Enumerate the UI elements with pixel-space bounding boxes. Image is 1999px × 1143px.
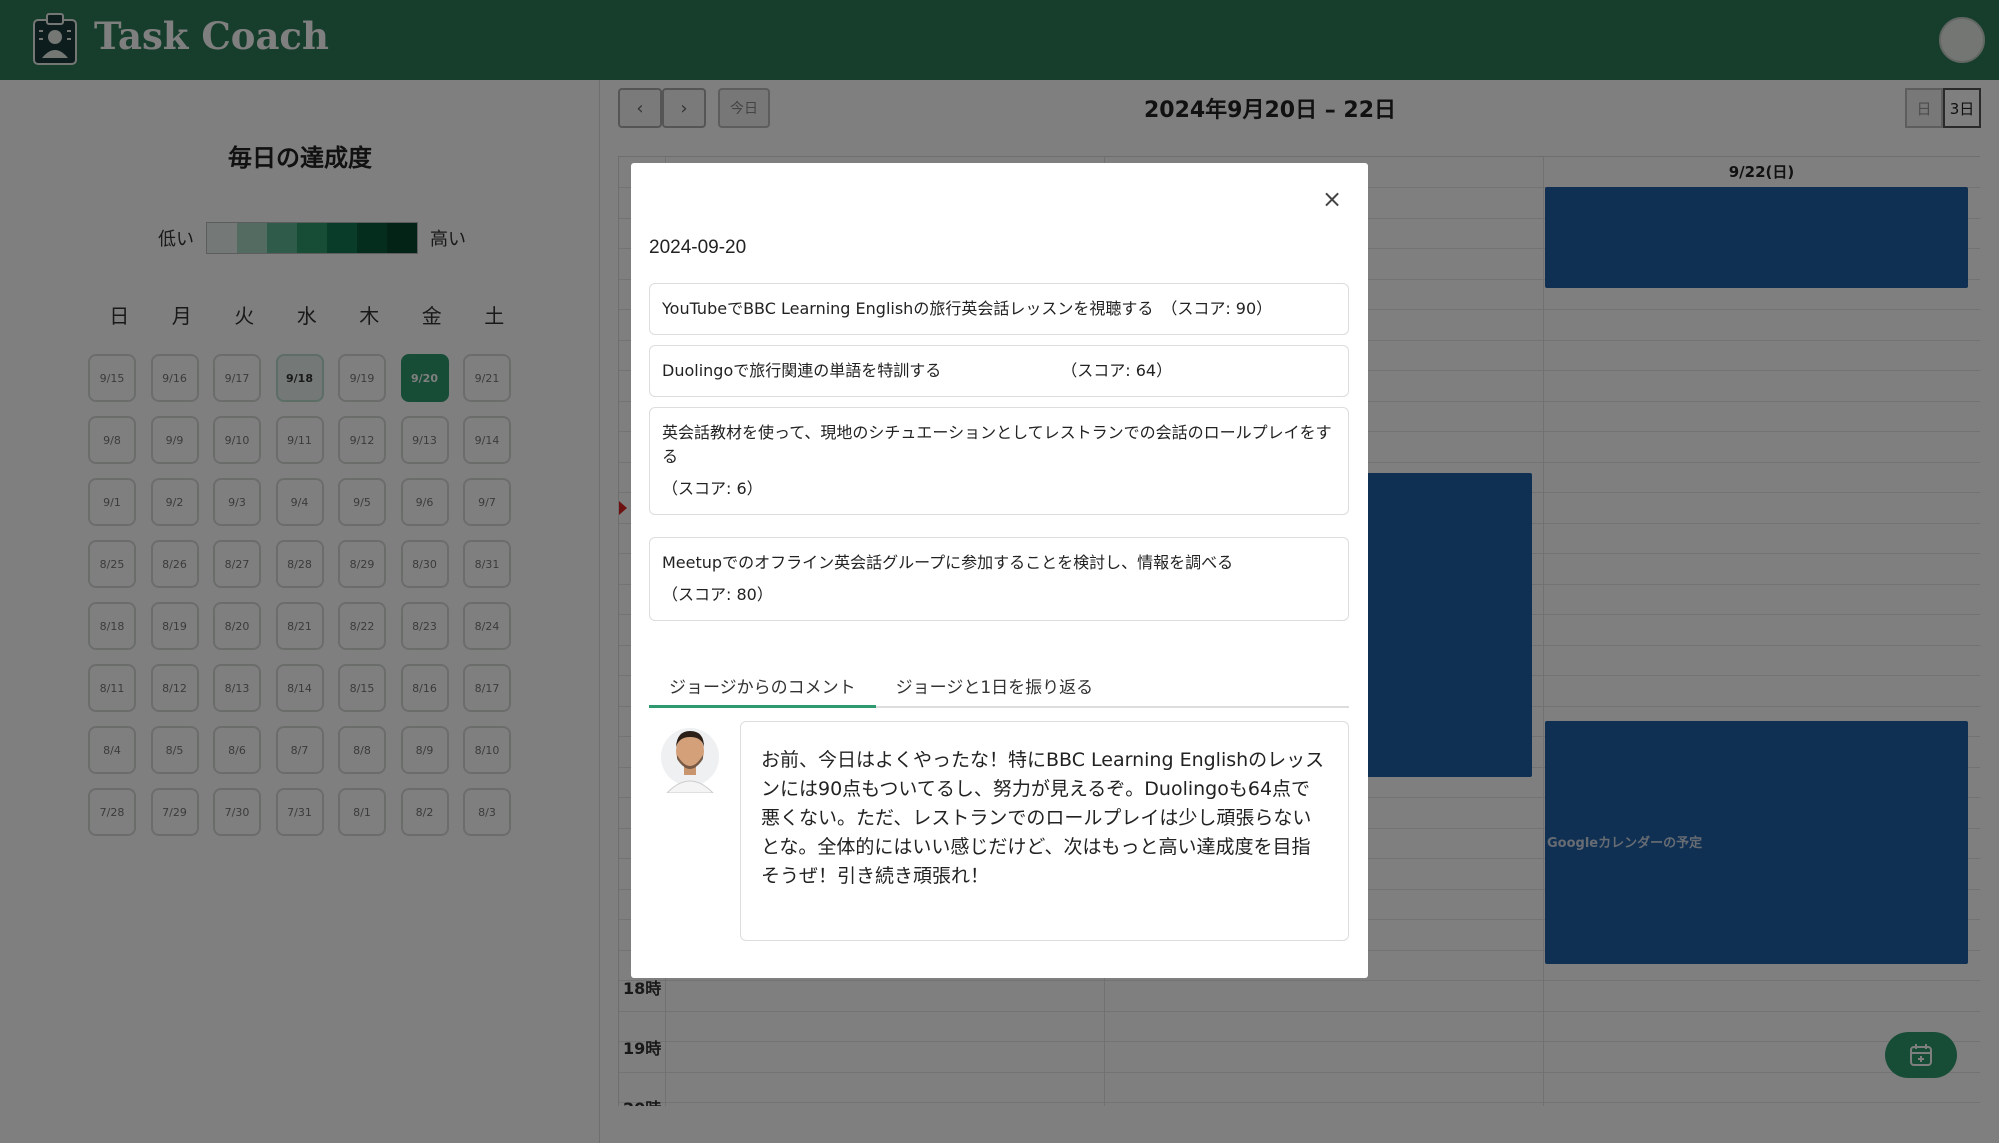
task-card: Meetupでのオフライン英会話グループに参加することを検討し、情報を調べる （… <box>649 537 1349 621</box>
coach-comment: お前、今日はよくやったな！特にBBC Learning Englishのレッスン… <box>740 721 1349 941</box>
task-card: Duolingoで旅行関連の単語を特訓する （スコア: 64） <box>649 345 1349 397</box>
close-icon[interactable]: × <box>1318 185 1346 213</box>
task-score: （スコア: 6） <box>662 479 763 498</box>
task-text: 英会話教材を使って、現地のシチュエーションとしてレストランでの会話のロールプレイ… <box>662 423 1332 466</box>
modal-date: 2024-09-20 <box>649 237 747 258</box>
day-detail-modal: × 2024-09-20 YouTubeでBBC Learning Englis… <box>631 163 1368 978</box>
modal-tabs: ジョージからのコメント ジョージと1日を振り返る <box>649 663 1349 708</box>
tab-reflect-day[interactable]: ジョージと1日を振り返る <box>876 663 1113 706</box>
task-text: Duolingoで旅行関連の単語を特訓する （スコア: 64） <box>662 361 1173 380</box>
task-card: 英会話教材を使って、現地のシチュエーションとしてレストランでの会話のロールプレイ… <box>649 407 1349 515</box>
task-score: （スコア: 80） <box>662 585 773 604</box>
task-text: Meetupでのオフライン英会話グループに参加することを検討し、情報を調べる <box>662 553 1234 572</box>
coach-avatar <box>661 728 719 793</box>
task-card: YouTubeでBBC Learning Englishの旅行英会話レッスンを視… <box>649 283 1349 335</box>
task-text: YouTubeでBBC Learning Englishの旅行英会話レッスンを視… <box>662 299 1273 318</box>
tab-coach-comment[interactable]: ジョージからのコメント <box>649 663 876 708</box>
